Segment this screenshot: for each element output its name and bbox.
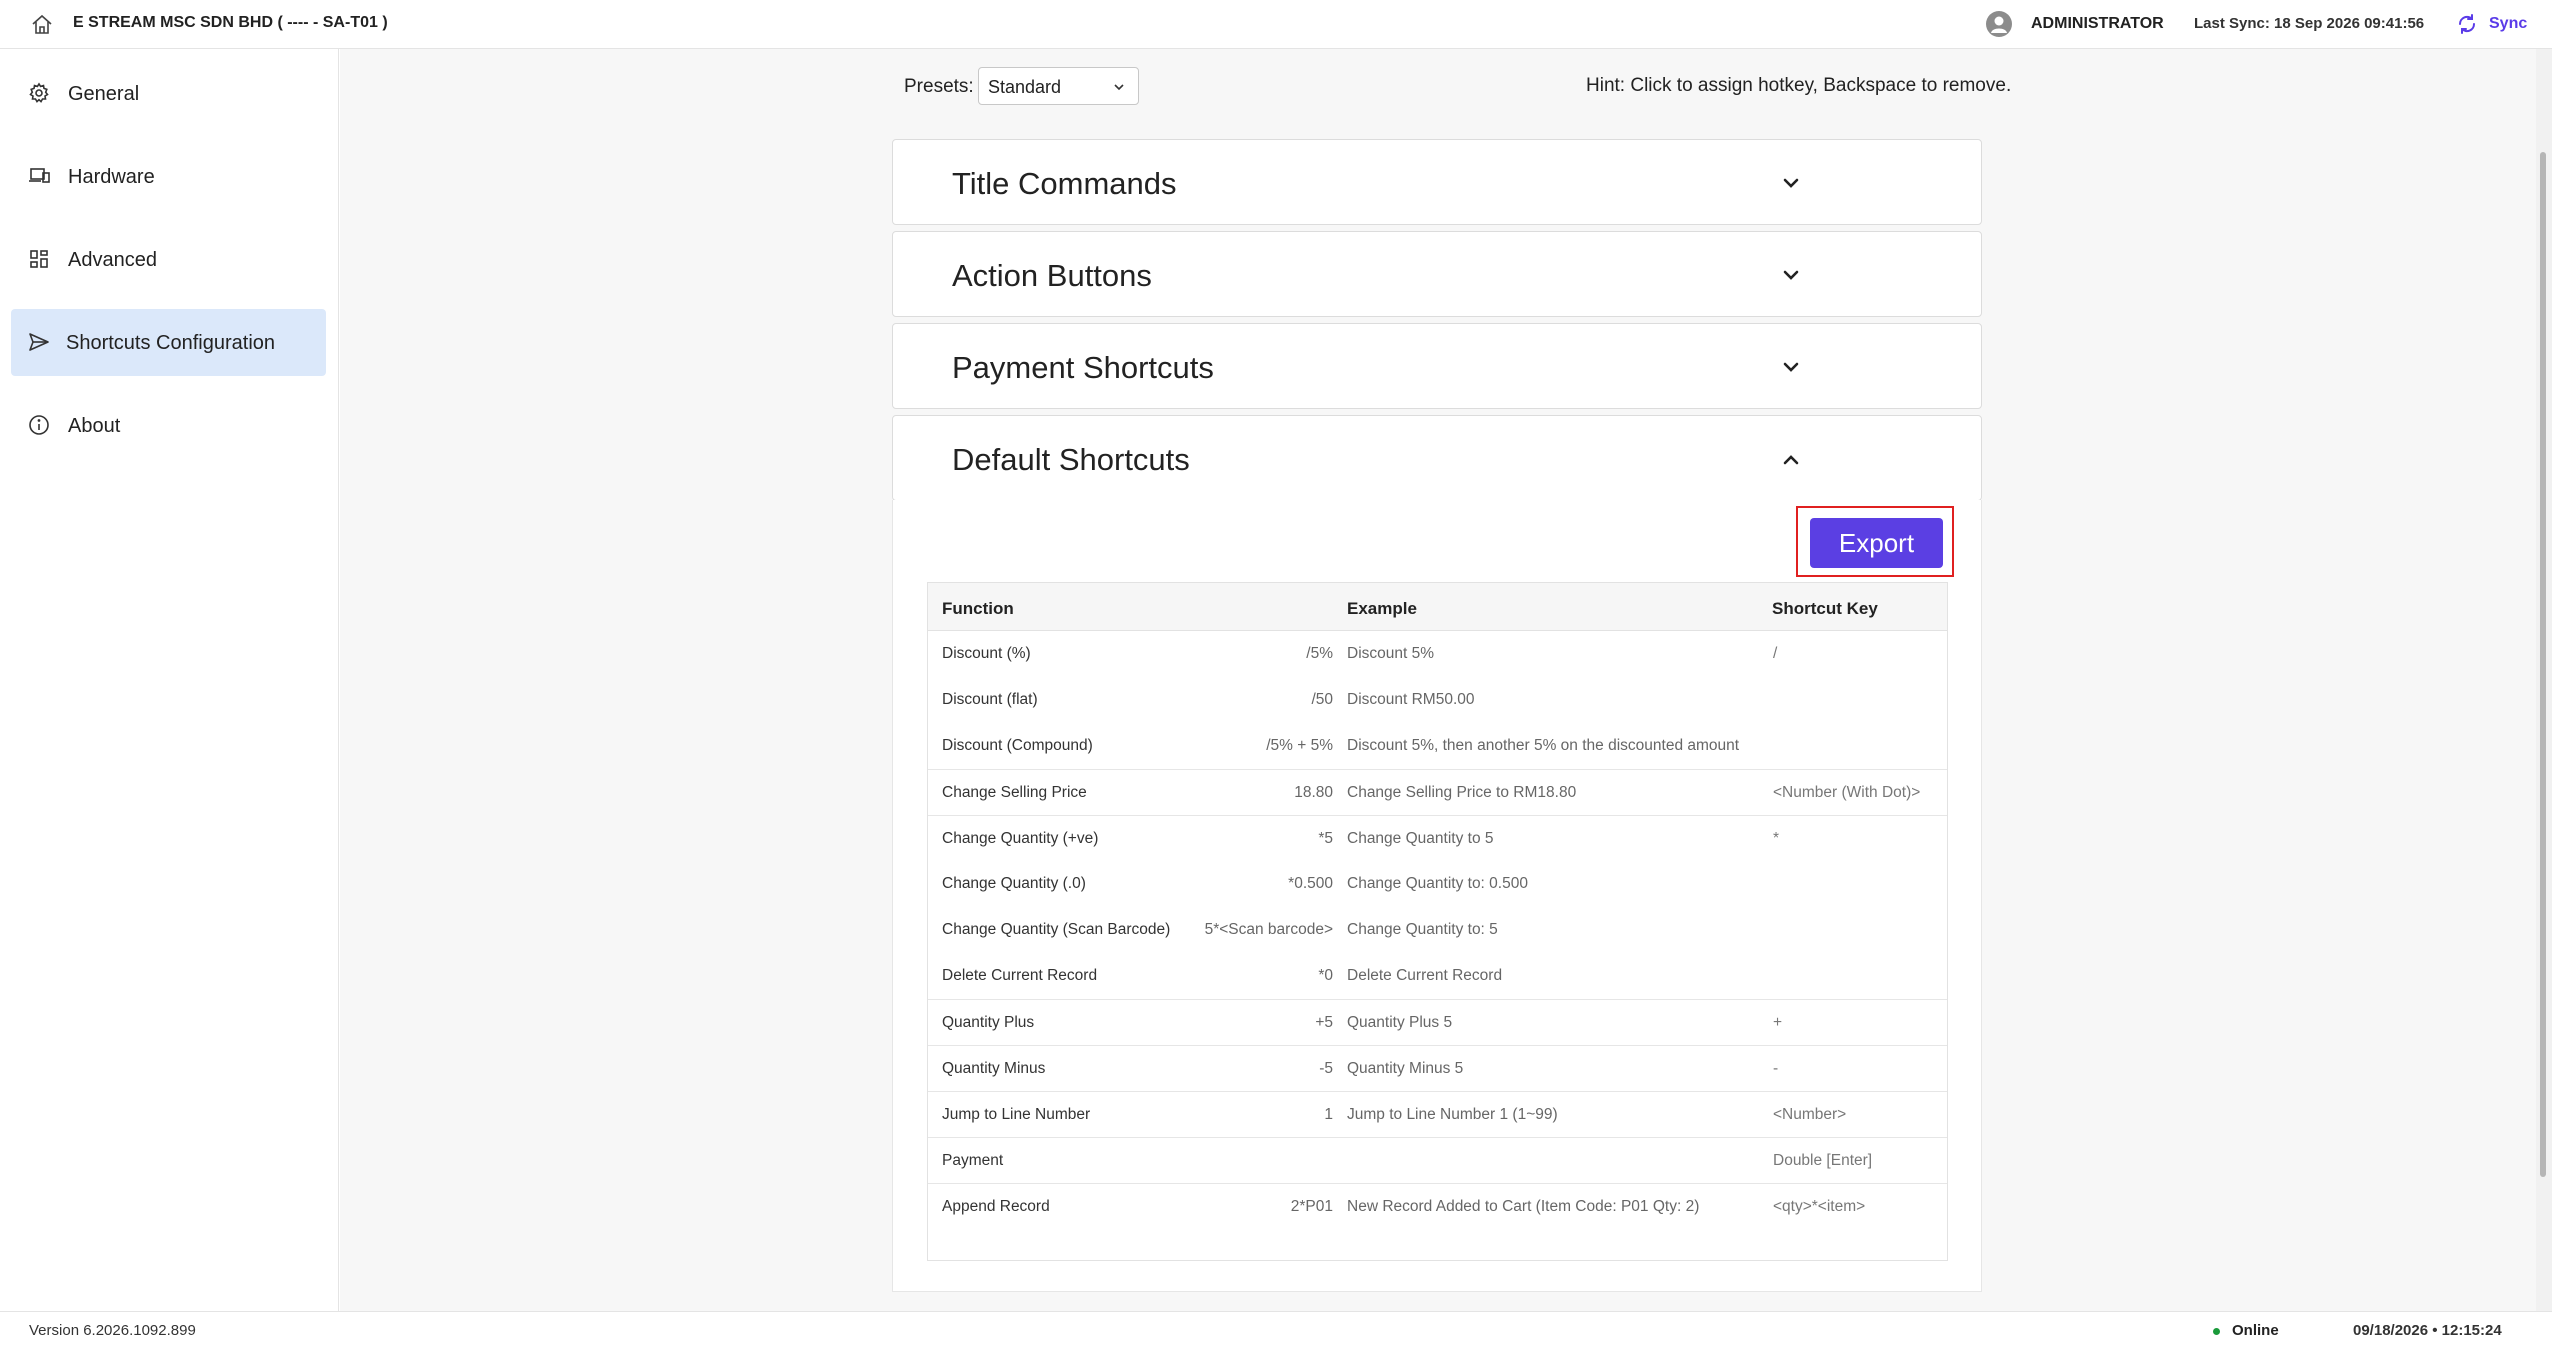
version-text: Version 6.2026.1092.899: [29, 1322, 196, 1339]
example-code-cell: *5: [1318, 830, 1333, 847]
accordion-title: Default Shortcuts: [952, 442, 1190, 477]
status-bar: [0, 1311, 2552, 1346]
example-code-cell: 1: [1324, 1106, 1333, 1123]
column-header-shortcut-key: Shortcut Key: [1772, 599, 1878, 618]
shortcut-key-cell[interactable]: +: [1773, 1014, 1782, 1032]
sidebar-item-label: Shortcuts Configuration: [66, 332, 276, 354]
chevron-up-icon: [1779, 448, 1803, 472]
sidebar-item-hardware[interactable]: Hardware: [11, 143, 326, 210]
shortcut-key-cell[interactable]: Double [Enter]: [1773, 1152, 1872, 1170]
table-row: Jump to Line Number 1 Jump to Line Number …: [928, 1091, 1947, 1137]
send-icon: [27, 330, 51, 354]
table-row: Quantity Minus -5 Quantity Minus 5-: [928, 1045, 1947, 1091]
sync-button[interactable]: Sync: [2489, 15, 2527, 33]
presets-select[interactable]: Standard: [978, 67, 1139, 105]
example-code-cell: /5%: [1306, 645, 1333, 662]
chevron-down-icon: [1112, 80, 1126, 94]
table-row: Payment Double [Enter]: [928, 1137, 1947, 1183]
shortcut-key-cell[interactable]: <Number>: [1773, 1106, 1846, 1124]
shortcut-key-cell[interactable]: <Number (With Dot)>: [1773, 784, 1920, 802]
example-description-cell: Quantity Minus 5: [1347, 1060, 1464, 1077]
shortcut-key-cell[interactable]: *: [1773, 830, 1779, 848]
sync-icon[interactable]: [2455, 12, 2479, 36]
example-code-cell: +5: [1315, 1014, 1333, 1031]
presets-label: Presets:: [904, 76, 974, 97]
grid-icon: [27, 247, 51, 271]
sidebar-item-label: General: [68, 83, 140, 105]
table-row: Delete Current Record *0 Delete Current Re…: [928, 953, 1947, 999]
example-code-cell: *0: [1318, 967, 1333, 984]
status-datetime: 09/18/2026 • 12:15:24: [2353, 1322, 2502, 1339]
chevron-down-icon: [1779, 264, 1803, 288]
example-code-cell: -5: [1319, 1060, 1333, 1077]
example-code-cell: 5*<Scan barcode>: [1204, 921, 1333, 938]
example-description-cell: Discount 5%, then another 5% on the disc…: [1347, 737, 1740, 754]
example-code-cell: 18.80: [1294, 784, 1333, 801]
accordion-title: Title Commands: [952, 166, 1177, 201]
table-row: Discount (flat)/50 Discount RM50.00: [928, 677, 1947, 723]
accordion-default-shortcuts[interactable]: Default Shortcuts: [892, 415, 1982, 501]
table-row: Append Record 2*P01 New Record Added to Ca…: [928, 1183, 1947, 1229]
column-header-function: Function: [942, 599, 1014, 618]
table-row: Change Selling Price 18.80 Change Selling …: [928, 769, 1947, 815]
example-description-cell: Change Quantity to: 5: [1347, 921, 1498, 938]
export-button[interactable]: Export: [1810, 518, 1943, 568]
column-header-example: Example: [1347, 599, 1417, 618]
table-row: Change Quantity (+ve) *5 Change Quantity t…: [928, 815, 1947, 861]
last-sync-text: Last Sync: 18 Sep 2026 09:41:56: [2194, 15, 2425, 32]
sidebar: General Hardware Advanced Shortcuts Conf…: [0, 49, 339, 1311]
scrollbar-thumb[interactable]: [2540, 152, 2546, 1177]
table-row: Change Quantity (Scan Barcode) 5*<Scan ba…: [928, 907, 1947, 953]
online-status-dot: [2213, 1328, 2220, 1335]
info-icon: [27, 413, 51, 437]
devices-icon: [27, 164, 51, 188]
example-description-cell: Discount RM50.00: [1347, 691, 1475, 708]
sidebar-item-advanced[interactable]: Advanced: [11, 226, 326, 293]
top-bar: E STREAM MSC SDN BHD ( ---- - SA-T01 ) A…: [0, 0, 2552, 49]
accordion-title: Payment Shortcuts: [952, 350, 1214, 385]
function-cell: Payment: [942, 1152, 1004, 1169]
sidebar-item-about[interactable]: About: [11, 392, 326, 459]
table-row: Discount (Compound)/5% + 5% Discount 5%, …: [928, 723, 1947, 769]
shortcut-key-cell[interactable]: /: [1773, 645, 1777, 663]
user-avatar-icon[interactable]: [1986, 11, 2012, 37]
user-name[interactable]: ADMINISTRATOR: [2031, 15, 2164, 33]
accordion-title: Action Buttons: [952, 258, 1152, 293]
shortcut-key-cell[interactable]: -: [1773, 1060, 1778, 1078]
example-description-cell: Delete Current Record: [1347, 967, 1503, 984]
example-description-cell: Quantity Plus 5: [1347, 1014, 1453, 1031]
example-description-cell: Change Quantity to: 0.500: [1347, 875, 1528, 892]
accordion-action-buttons[interactable]: Action Buttons: [892, 231, 1982, 317]
example-description-cell: Jump to Line Number 1 (1~99): [1347, 1106, 1558, 1123]
table-row: Quantity Plus +5 Quantity Plus 5 +: [928, 999, 1947, 1045]
accordion-title-commands[interactable]: Title Commands: [892, 139, 1982, 225]
accordion-payment-shortcuts[interactable]: Payment Shortcuts: [892, 323, 1982, 409]
table-row: Change Quantity (.0) *0.500 Change Quantit…: [928, 861, 1947, 907]
home-icon[interactable]: [30, 13, 54, 37]
sidebar-item-label: About: [68, 415, 121, 437]
table-header: Function Example Shortcut Key: [928, 583, 1947, 631]
online-status: Online: [2232, 1322, 2279, 1339]
table-row: Discount (%)/5% Discount 5% /: [928, 631, 1947, 677]
hint-text: Hint: Click to assign hotkey, Backspace …: [1586, 75, 2012, 96]
shortcuts-table: Function Example Shortcut Key Discount (…: [927, 582, 1948, 1261]
presets-selected-value: Standard: [988, 77, 1062, 97]
company-title: E STREAM MSC SDN BHD ( ---- - SA-T01 ): [73, 14, 388, 31]
sidebar-item-label: Advanced: [68, 249, 157, 271]
chevron-down-icon: [1779, 356, 1803, 380]
example-description-cell: Discount 5%: [1347, 645, 1435, 662]
example-code-cell: /5% + 5%: [1266, 737, 1333, 754]
gear-icon: [27, 81, 51, 105]
example-code-cell: 2*P01: [1290, 1198, 1333, 1215]
shortcut-key-cell[interactable]: <qty>*<item>: [1773, 1198, 1865, 1216]
example-code-cell: *0.500: [1288, 875, 1333, 892]
chevron-down-icon: [1779, 172, 1803, 196]
example-description-cell: Change Quantity to 5: [1347, 830, 1494, 847]
example-description-cell: New Record Added to Cart (Item Code: P01…: [1347, 1198, 1700, 1215]
sidebar-item-general[interactable]: General: [11, 60, 326, 127]
sidebar-item-shortcuts-configuration[interactable]: Shortcuts Configuration: [11, 309, 326, 376]
example-code-cell: /50: [1311, 691, 1333, 708]
example-description-cell: Change Selling Price to RM18.80: [1347, 784, 1577, 801]
sidebar-item-label: Hardware: [68, 166, 155, 188]
